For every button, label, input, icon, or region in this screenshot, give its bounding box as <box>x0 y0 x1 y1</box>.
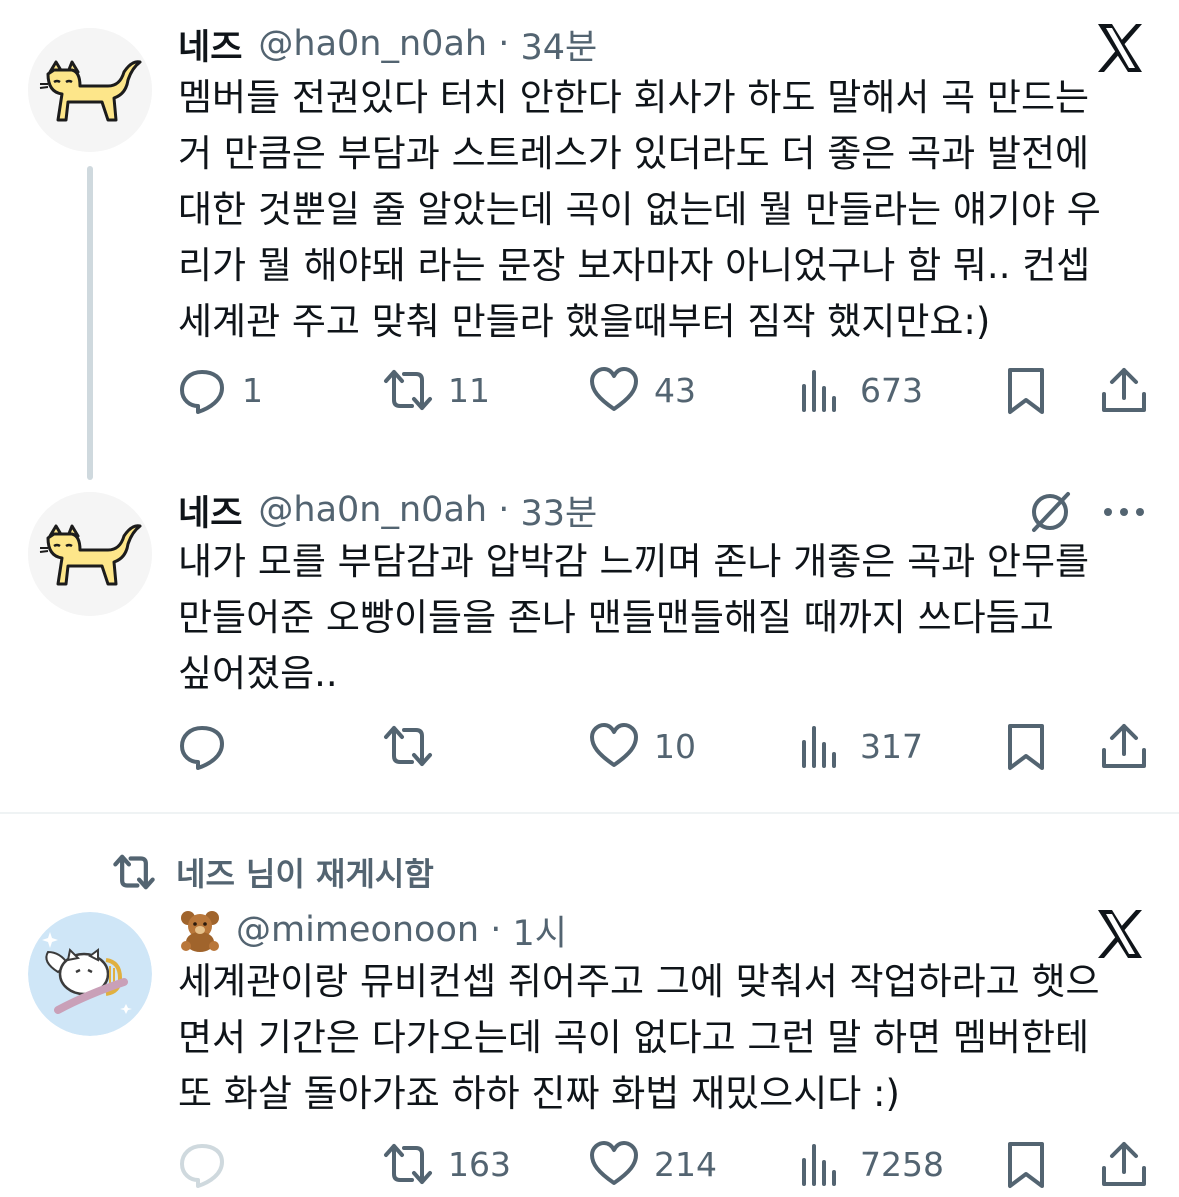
bookmark-icon <box>1008 724 1044 770</box>
share-icon <box>1102 724 1146 768</box>
views-button[interactable]: 673 <box>794 360 923 420</box>
tweet-body-line: 내가 모를 부담감과 압박감 느끼며 존나 개좋은 곡과 안무를 <box>178 540 1090 583</box>
retweet-button[interactable]: 163 <box>382 1134 511 1194</box>
like-count: 214 <box>654 1144 717 1184</box>
retweet-button[interactable] <box>382 716 448 776</box>
repost-banner[interactable]: 네즈 님이 재게시함 <box>112 848 434 896</box>
reply-button[interactable]: 1 <box>176 360 263 420</box>
display-name-emoji[interactable] <box>178 908 222 952</box>
heart-icon <box>590 723 638 767</box>
display-name[interactable]: 네즈 <box>178 19 242 70</box>
views-count: 317 <box>860 726 923 766</box>
retweet-count: 163 <box>448 1144 511 1184</box>
timestamp[interactable]: 33분 <box>520 485 597 536</box>
reply-icon <box>180 1144 224 1188</box>
teddy-bear-icon <box>181 911 219 952</box>
more-options-icon[interactable] <box>1100 498 1148 526</box>
action-bar: 10 317 <box>170 716 1150 776</box>
x-logo-icon[interactable] <box>1092 20 1148 76</box>
reply-button[interactable] <box>176 716 242 776</box>
views-button[interactable]: 317 <box>794 716 923 776</box>
tweet-body: 세계관이랑 뮤비컨셉 쥐어주고 그에 맞춰서 작업하라고 햇으 면서 기간은 다… <box>178 954 1100 1122</box>
tweet-header: 네즈 @ha0n_n0ah · 34분 <box>178 18 597 70</box>
tweet-divider <box>0 812 1179 814</box>
bookmark-button[interactable] <box>1000 716 1052 776</box>
tweet-body: 내가 모를 부담감과 압박감 느끼며 존나 개좋은 곡과 안무를 만들어준 오빵… <box>178 534 1089 702</box>
repost-banner-label: 네즈 님이 재게시함 <box>176 855 434 893</box>
tweet-body-line: 대한 것뿐일 줄 알았는데 곡이 없는데 뭘 만들라는 얘기야 우 <box>178 188 1101 231</box>
display-name[interactable]: 네즈 <box>178 485 242 536</box>
cat-avatar-icon <box>28 492 152 616</box>
meta-separator: · <box>487 24 521 64</box>
action-bar: 1 11 43 673 <box>170 360 1150 420</box>
views-icon <box>802 726 836 768</box>
grok-icon[interactable] <box>1026 488 1074 536</box>
tweet-body-line: 거 만큼은 부담과 스트레스가 있더라도 더 좋은 곡과 발전에 <box>178 132 1090 175</box>
angel-cat-avatar-icon <box>28 912 152 1036</box>
retweet-icon <box>384 370 432 410</box>
cat-avatar-icon <box>28 28 152 152</box>
tweet-body-line: 세계관 주고 맞춰 만들라 했을때부터 짐작 했지만요:) <box>178 300 991 343</box>
handle[interactable]: @ha0n_n0ah <box>258 24 487 64</box>
tweet-body-line: 면서 기간은 다가오는데 곡이 없다고 그런 말 하면 멤버한테 <box>178 1016 1090 1059</box>
retweet-button[interactable]: 11 <box>382 360 490 420</box>
retweet-icon <box>113 854 155 890</box>
reply-button[interactable] <box>176 1134 242 1194</box>
views-count: 673 <box>860 370 923 410</box>
share-button[interactable] <box>1098 360 1150 420</box>
tweet-body-line: 세계관이랑 뮤비컨셉 쥐어주고 그에 맞춰서 작업하라고 햇으 <box>178 960 1100 1003</box>
avatar-cat[interactable] <box>28 28 152 152</box>
bookmark-button[interactable] <box>1000 360 1052 420</box>
reply-count: 1 <box>242 370 263 410</box>
views-button[interactable]: 7258 <box>794 1134 944 1194</box>
tweet-body: 멤버들 전권있다 터치 안한다 회사가 하도 말해서 곡 만드는 거 만큼은 부… <box>178 70 1101 350</box>
tweet-body-line: 멤버들 전권있다 터치 안한다 회사가 하도 말해서 곡 만드는 <box>178 76 1090 119</box>
heart-icon <box>590 1141 638 1185</box>
like-button[interactable]: 43 <box>588 360 696 420</box>
bookmark-icon <box>1008 1142 1044 1188</box>
timestamp[interactable]: 1시 <box>512 905 566 956</box>
action-bar: 163 214 7258 <box>170 1134 1150 1194</box>
tweet-body-line: 싶어졌음.. <box>178 652 338 695</box>
tweet-body-line: 만들어준 오빵이들을 존나 맨들맨들해질 때까지 쓰다듬고 <box>178 596 1054 639</box>
reply-icon <box>180 726 224 770</box>
timestamp[interactable]: 34분 <box>520 19 597 70</box>
share-button[interactable] <box>1098 716 1150 776</box>
share-icon <box>1102 368 1146 412</box>
tweet-header: 네즈 @ha0n_n0ah · 33분 <box>178 484 597 536</box>
bookmark-button[interactable] <box>1000 1134 1052 1194</box>
share-icon <box>1102 1142 1146 1186</box>
share-button[interactable] <box>1098 1134 1150 1194</box>
handle[interactable]: @mimeonoon <box>236 910 479 950</box>
thread-connector-line <box>87 166 93 480</box>
reply-icon <box>180 370 224 414</box>
avatar-cat[interactable] <box>28 492 152 616</box>
meta-separator: · <box>479 910 513 950</box>
views-count: 7258 <box>860 1144 944 1184</box>
bookmark-icon <box>1008 368 1044 414</box>
views-icon <box>802 1144 836 1186</box>
x-logo-icon[interactable] <box>1092 906 1148 962</box>
like-button[interactable]: 214 <box>588 1134 717 1194</box>
tweet-body-line: 또 화살 돌아가죠 하하 진짜 화법 재밌으시다 :) <box>178 1072 900 1115</box>
retweet-icon <box>384 726 432 766</box>
tweet-body-line: 리가 뭘 해야돼 라는 문장 보자마자 아니었구나 함 뭐.. 컨셉 <box>178 244 1091 287</box>
like-count: 10 <box>654 726 696 766</box>
meta-separator: · <box>487 490 521 530</box>
like-count: 43 <box>654 370 696 410</box>
like-button[interactable]: 10 <box>588 716 696 776</box>
handle[interactable]: @ha0n_n0ah <box>258 490 487 530</box>
retweet-count: 11 <box>448 370 490 410</box>
views-icon <box>802 370 836 412</box>
retweet-icon <box>384 1144 432 1184</box>
heart-icon <box>590 367 638 411</box>
tweet-header: @mimeonoon · 1시 <box>178 904 567 956</box>
avatar-angel-cat[interactable] <box>28 912 152 1036</box>
